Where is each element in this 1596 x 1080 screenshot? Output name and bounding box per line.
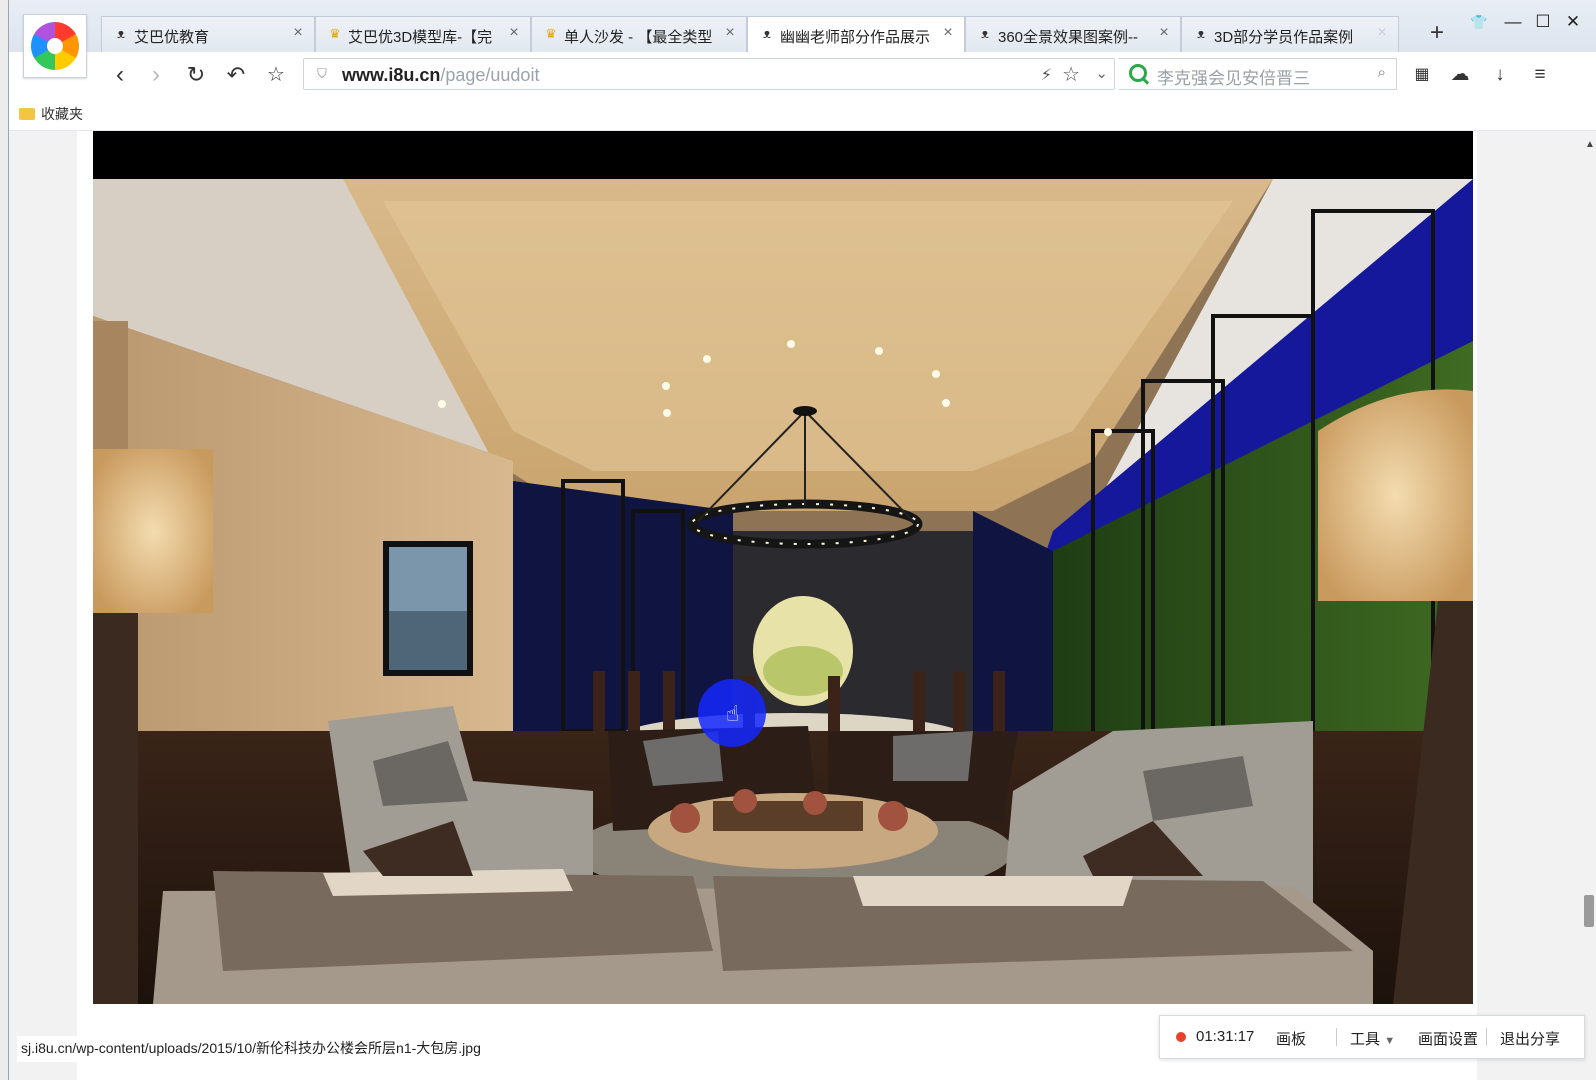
tab-single-sofa[interactable]: ♛ 单人沙发 - 【最全类型 ×: [531, 16, 747, 52]
close-tab-icon[interactable]: ×: [722, 25, 738, 41]
shield-icon: ⛉: [317, 66, 327, 81]
download-icon[interactable]: ↓: [1487, 62, 1513, 88]
search-icon[interactable]: ⌕: [1378, 64, 1386, 81]
back-button[interactable]: ‹: [105, 60, 135, 90]
hand-cursor-icon: ☝: [726, 701, 740, 726]
url-domain: www.i8u.cn: [342, 65, 441, 85]
cursor-highlight: ☝: [698, 679, 766, 747]
address-url[interactable]: www.i8u.cn/page/uudoit: [342, 65, 539, 86]
search-engine-icon: [1129, 64, 1147, 82]
caret-down-icon: ▼: [1384, 1035, 1396, 1047]
search-box[interactable]: 李克强会见安倍晋三 ⌕: [1119, 58, 1397, 90]
screen-settings-button[interactable]: 画面设置: [1418, 1028, 1478, 1049]
trophy-icon: ♛: [545, 26, 557, 41]
url-path: /page/uudoit: [440, 65, 540, 85]
tab-360-panorama[interactable]: ᴥ 360全景效果图案例-- ×: [965, 16, 1181, 52]
tab-title: 360全景效果图案例--: [998, 29, 1139, 46]
tab-strip: ᴥ 艾巴优教育 × ♛ 艾巴优3D模型库-【完 × ♛ 单人沙发 - 【最全类型…: [9, 0, 1596, 53]
restaurant-interior-illustration: [93, 179, 1473, 1004]
minimize-button[interactable]: —: [1503, 12, 1523, 32]
tools-label: 工具: [1350, 1031, 1381, 1048]
bookmarks-folder[interactable]: 收藏夹: [19, 104, 83, 124]
toolbar-divider: [1486, 1028, 1487, 1046]
search-placeholder: 李克强会见安倍晋三: [1157, 69, 1310, 88]
refresh-button[interactable]: ↻: [181, 60, 211, 90]
skin-icon[interactable]: 👕: [1469, 12, 1489, 32]
browser-window: ᴥ 艾巴优教育 × ♛ 艾巴优3D模型库-【完 × ♛ 单人沙发 - 【最全类型…: [8, 0, 1596, 1080]
pinwheel-icon: [31, 22, 79, 70]
maximize-button[interactable]: ☐: [1533, 12, 1553, 32]
menu-icon[interactable]: ≡: [1527, 62, 1553, 88]
interior-render-image[interactable]: ☝: [93, 131, 1473, 1004]
star-icon[interactable]: ☆: [1062, 62, 1080, 87]
new-tab-button[interactable]: +: [1425, 18, 1449, 48]
apps-icon[interactable]: ▦: [1409, 62, 1435, 88]
tab-teacher-works[interactable]: ᴥ 幽幽老师部分作品展示 ×: [747, 16, 965, 53]
chevron-down-icon[interactable]: ⌄: [1095, 64, 1108, 82]
recording-dot-icon: [1176, 1032, 1186, 1042]
close-tab-icon[interactable]: ×: [290, 25, 306, 41]
status-url-bar: sj.i8u.cn/wp-content/uploads/2015/10/新伦科…: [17, 1036, 485, 1062]
mask-icon: ᴥ: [763, 26, 771, 41]
close-window-button[interactable]: ✕: [1563, 12, 1583, 32]
tab-title: 艾巴优3D模型库-【完: [348, 29, 493, 46]
tab-title: 单人沙发 - 【最全类型: [564, 29, 713, 46]
scrollbar-thumb[interactable]: [1584, 895, 1594, 927]
trophy-icon: ♛: [329, 26, 341, 41]
bookmarks-bar: 收藏夹: [9, 98, 1596, 131]
close-tab-icon[interactable]: ×: [1374, 25, 1390, 41]
tab-3d-model-library[interactable]: ♛ 艾巴优3D模型库-【完 ×: [315, 16, 531, 52]
tab-aibayou-education[interactable]: ᴥ 艾巴优教育 ×: [101, 16, 315, 52]
bookmarks-label: 收藏夹: [41, 106, 83, 122]
tab-title: 幽幽老师部分作品展示: [780, 29, 931, 46]
mask-icon: ᴥ: [1197, 26, 1205, 41]
page-viewport: ☝: [9, 131, 1581, 1080]
close-tab-icon[interactable]: ×: [1156, 25, 1172, 41]
undo-close-button[interactable]: ↶: [221, 60, 251, 90]
screen-share-toolbar: 01:31:17 画板 工具 ▼ 画面设置 退出分享: [1159, 1015, 1585, 1059]
exit-share-button[interactable]: 退出分享: [1500, 1028, 1560, 1049]
close-tab-icon[interactable]: ×: [506, 25, 522, 41]
forward-button[interactable]: ›: [141, 60, 171, 90]
lightning-icon[interactable]: ⚡: [1041, 65, 1052, 85]
folder-icon: [19, 108, 35, 121]
close-tab-icon[interactable]: ×: [940, 25, 956, 41]
browser-logo[interactable]: [23, 14, 87, 78]
favorite-button[interactable]: ☆: [261, 60, 291, 90]
address-bar[interactable]: ⛉ www.i8u.cn/page/uudoit ⚡ ☆ ⌄: [303, 58, 1115, 90]
vertical-scrollbar[interactable]: ▲: [1581, 131, 1596, 1080]
canvas-button[interactable]: 画板: [1276, 1028, 1306, 1049]
recording-timer: 01:31:17: [1196, 1028, 1255, 1045]
cloud-icon[interactable]: ☁: [1447, 62, 1473, 88]
mask-icon: ᴥ: [117, 26, 125, 41]
toolbar-divider: [1336, 1028, 1337, 1046]
tools-menu[interactable]: 工具 ▼: [1350, 1028, 1395, 1049]
tab-title: 艾巴优教育: [134, 29, 210, 46]
mask-icon: ᴥ: [981, 26, 989, 41]
tab-title: 3D部分学员作品案例: [1214, 29, 1354, 46]
tab-3d-student-works[interactable]: ᴥ 3D部分学员作品案例 ×: [1181, 16, 1399, 52]
navigation-bar: ‹ › ↻ ↶ ☆ ⛉ www.i8u.cn/page/uudoit ⚡ ☆ ⌄…: [9, 52, 1596, 99]
scroll-up-arrow-icon[interactable]: ▲: [1585, 139, 1595, 150]
